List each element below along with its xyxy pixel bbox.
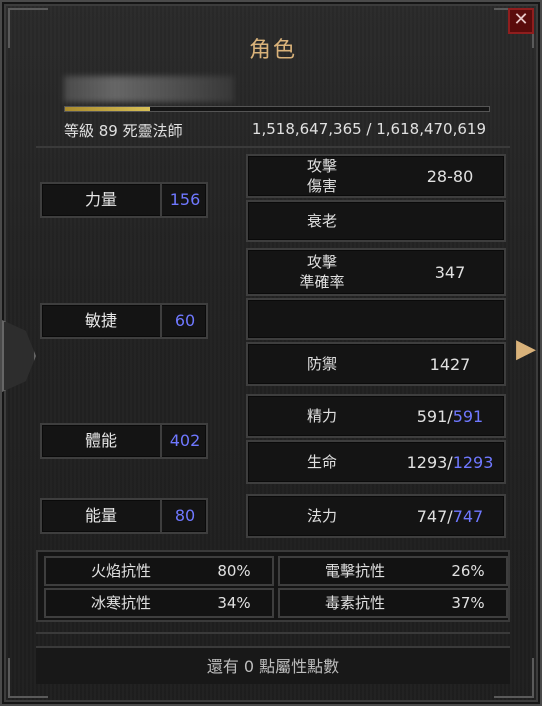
stat-label-line: 準確率: [299, 273, 345, 291]
resistance-cold: 冰寒抗性 34%: [44, 588, 274, 618]
remaining-points: 還有 0 點屬性點數: [36, 646, 510, 684]
stat-value: 1293 / 1293: [396, 442, 504, 482]
stat-value: 591 / 591: [396, 396, 504, 436]
stat-label-line: 傷害: [306, 177, 337, 195]
stat-current: 1293: [406, 452, 448, 472]
resistance-value: 80%: [217, 562, 251, 580]
stat-aging: 衰老: [246, 200, 506, 242]
resistances-panel: 火焰抗性 80% 電擊抗性 26% 冰寒抗性 34% 毒素抗性 37%: [36, 550, 510, 622]
level-class: 等級 89 死靈法師: [64, 122, 183, 140]
stat-label: 攻擊 準確率: [248, 250, 396, 294]
stat-attack-rating: 攻擊準確率 347: [246, 248, 506, 296]
character-panel: 角色 ✕ ▶ 等級 89 死靈法師 1,518,647,365 / 1,618,…: [0, 0, 542, 706]
stat-label: 衰老: [306, 212, 337, 230]
close-button[interactable]: ✕: [508, 8, 534, 34]
stat-label: 生命: [306, 453, 337, 471]
attribute-value: 60: [174, 311, 196, 330]
experience-bar-fill: [65, 107, 150, 111]
stat-defense: 防禦 1427: [246, 342, 506, 386]
arrow-right-icon[interactable]: ▶: [516, 332, 536, 366]
attribute-label: 體能: [42, 425, 162, 457]
stat-value: 347: [434, 262, 466, 282]
resistance-label: 電擊抗性: [324, 562, 385, 580]
ornament-icon: [2, 320, 36, 392]
resistance-fire: 火焰抗性 80%: [44, 556, 274, 586]
stat-max: 747: [452, 506, 484, 526]
stat-attack-damage: 攻擊傷害 28-80: [246, 154, 506, 198]
stat-current: 591: [416, 406, 448, 426]
stat-label: 精力: [306, 407, 337, 425]
stat-empty: [246, 298, 506, 340]
attribute-dexterity: 敏捷 60: [40, 303, 208, 339]
resistance-label: 毒素抗性: [324, 594, 385, 612]
experience-bar: [64, 106, 490, 112]
stat-label: 攻擊 傷害: [248, 156, 396, 196]
stat-max: 1293: [452, 452, 494, 472]
attribute-value: 80: [174, 506, 196, 525]
resistance-label: 冰寒抗性: [90, 594, 151, 612]
resistance-value: 26%: [451, 562, 485, 580]
stat-mana: 法力 747 / 747: [246, 494, 506, 538]
character-name-blurred: [64, 76, 234, 102]
close-icon: ✕: [513, 9, 529, 30]
resistance-value: 34%: [217, 594, 251, 612]
experience-value: 1,518,647,365 / 1,618,470,619: [251, 120, 486, 138]
stat-max: 591: [452, 406, 484, 426]
divider: [36, 146, 510, 148]
attribute-label: 敏捷: [42, 305, 162, 337]
stat-stamina: 精力 591 / 591: [246, 394, 506, 438]
attribute-label: 力量: [42, 184, 162, 216]
attribute-value: 156: [169, 190, 201, 209]
attribute-strength: 力量 156: [40, 182, 208, 218]
stat-label-line: 攻擊: [306, 253, 337, 271]
stat-value: 747 / 747: [396, 496, 504, 536]
resistance-poison: 毒素抗性 37%: [278, 588, 508, 618]
stat-current: 747: [416, 506, 448, 526]
stat-label: 防禦: [306, 355, 337, 373]
resistance-value: 37%: [451, 594, 485, 612]
panel-title: 角色: [248, 38, 297, 63]
attribute-energy: 能量 80: [40, 498, 208, 534]
stat-label: 法力: [306, 507, 337, 525]
stat-value: 1427: [429, 354, 471, 374]
stat-value: 28-80: [426, 166, 474, 186]
stat-value: [396, 202, 504, 240]
attribute-value: 402: [169, 431, 201, 450]
resistance-lightning: 電擊抗性 26%: [278, 556, 508, 586]
attribute-label: 能量: [42, 500, 162, 532]
stat-life: 生命 1293 / 1293: [246, 440, 506, 484]
stat-label-line: 攻擊: [306, 157, 337, 175]
attribute-vitality: 體能 402: [40, 423, 208, 459]
divider: [36, 632, 510, 634]
resistance-label: 火焰抗性: [90, 562, 151, 580]
